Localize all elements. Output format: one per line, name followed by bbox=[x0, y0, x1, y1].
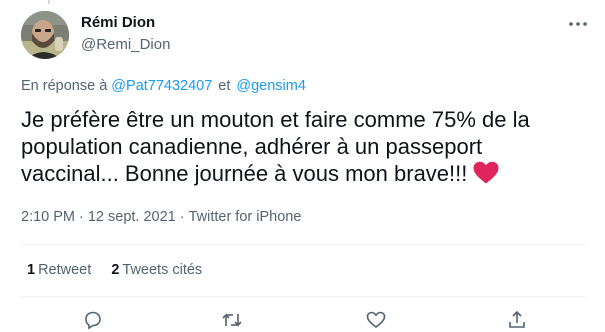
avatar-photo bbox=[21, 11, 69, 59]
reply-mention-link[interactable]: @Pat77432407 bbox=[111, 78, 212, 94]
author-handle[interactable]: @Remi_Dion bbox=[81, 36, 170, 53]
engagement-stats: 1 Retweet 2 Tweets cités bbox=[27, 262, 218, 278]
reply-prefix: En réponse à bbox=[21, 78, 108, 94]
like-icon bbox=[366, 311, 386, 329]
tweet-source[interactable]: Twitter for iPhone bbox=[189, 209, 302, 225]
quote-tweets-stat[interactable]: 2 Tweets cités bbox=[111, 262, 202, 278]
quote-tweets-label: Tweets cités bbox=[122, 262, 203, 278]
quote-tweets-count: 2 bbox=[111, 262, 120, 278]
divider bbox=[21, 244, 586, 245]
reply-context: En réponse à @Pat77432407 et @gensim4 bbox=[21, 78, 306, 94]
reply-joiner: et bbox=[218, 78, 231, 94]
reply-mention-link[interactable]: @gensim4 bbox=[236, 78, 306, 94]
tweet-body: Je préfère être un mouton et faire comme… bbox=[21, 106, 586, 191]
more-options-button[interactable] bbox=[566, 14, 590, 34]
meta-separator: · bbox=[179, 209, 185, 225]
avatar[interactable] bbox=[21, 11, 69, 59]
tweet-date[interactable]: 12 sept. 2021 bbox=[88, 209, 176, 225]
meta-separator: · bbox=[79, 209, 84, 225]
tweet-time[interactable]: 2:10 PM bbox=[21, 209, 75, 225]
tweet-metadata: 2:10 PM · 12 sept. 2021 · Twitter for iPhone bbox=[21, 209, 301, 225]
retweets-label: Retweet bbox=[38, 262, 92, 278]
like-button[interactable] bbox=[365, 310, 387, 332]
red-heart-icon bbox=[473, 161, 499, 191]
retweets-stat[interactable]: 1 Retweet bbox=[27, 262, 91, 278]
reply-icon bbox=[85, 311, 101, 330]
thread-connector-line bbox=[48, 0, 50, 4]
share-icon bbox=[509, 310, 525, 328]
more-horizontal-icon bbox=[569, 22, 587, 26]
tweet-text: Je préfère être un mouton et faire comme… bbox=[21, 107, 530, 186]
retweet-icon bbox=[222, 313, 242, 327]
author-name[interactable]: Rémi Dion bbox=[81, 14, 155, 31]
divider bbox=[21, 296, 586, 297]
reply-button[interactable] bbox=[82, 310, 104, 332]
retweets-count: 1 bbox=[27, 262, 36, 278]
retweet-button[interactable] bbox=[221, 310, 243, 332]
share-button[interactable] bbox=[506, 310, 528, 332]
